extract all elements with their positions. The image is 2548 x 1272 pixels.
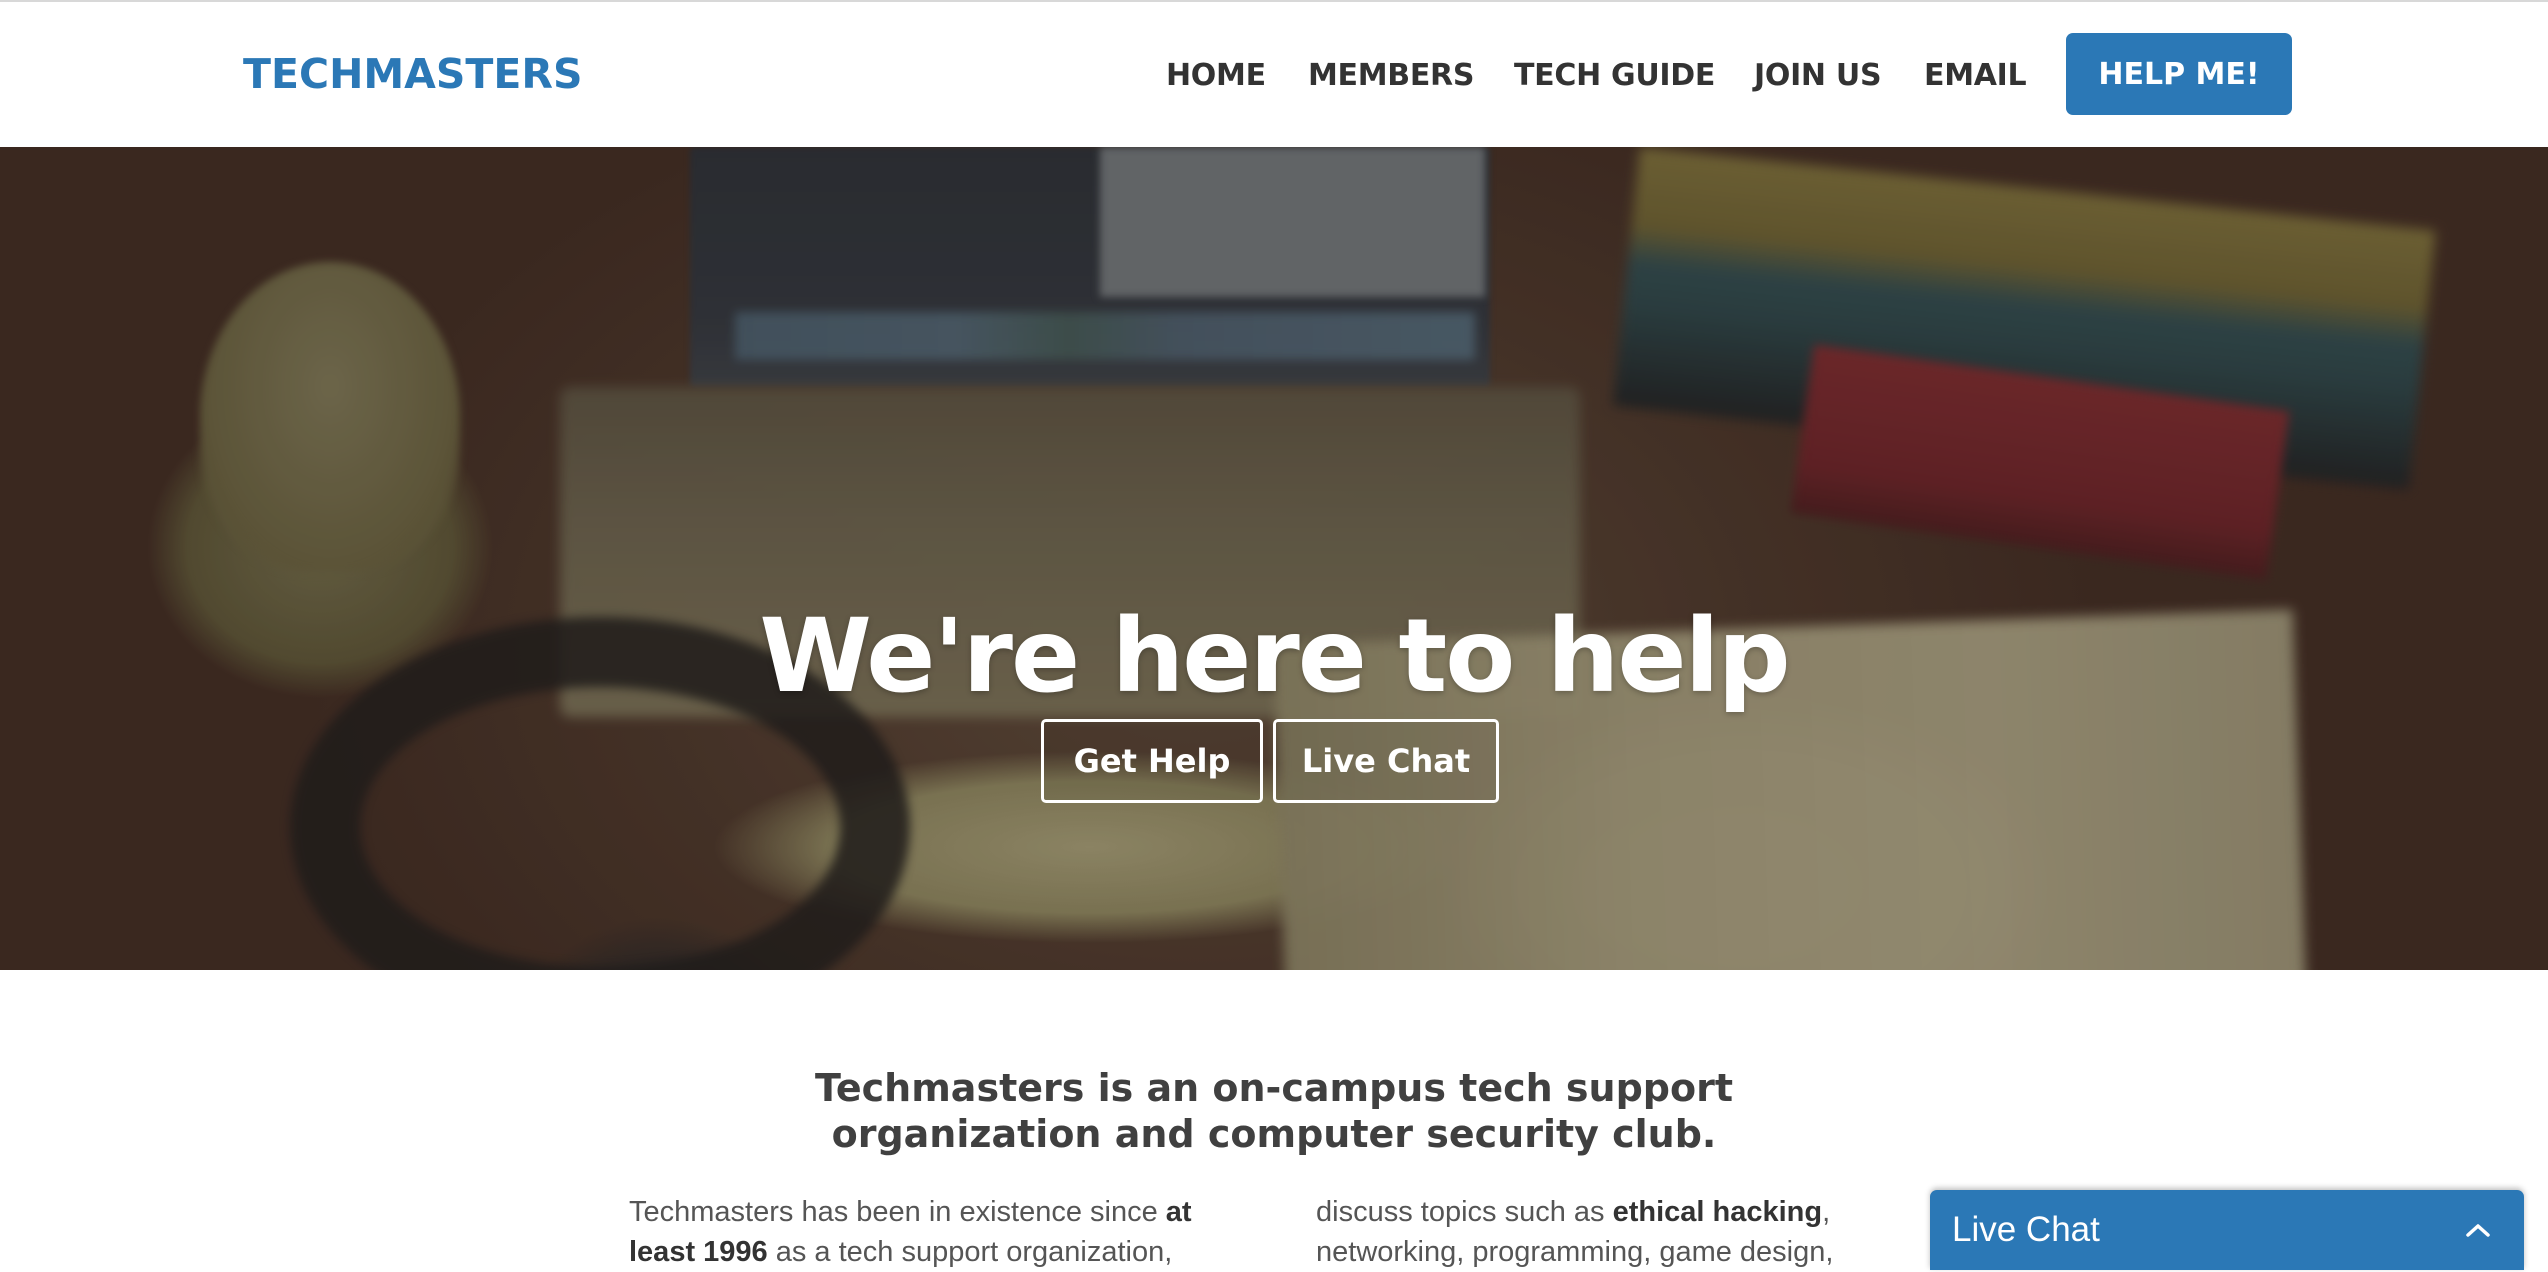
get-help-button[interactable]: Get Help [1041, 719, 1263, 803]
intro-left-text-2: as a tech support organization, [767, 1236, 1173, 1268]
hero-title: We're here to help [759, 597, 1790, 716]
live-chat-widget[interactable]: Live Chat [1930, 1190, 2524, 1270]
intro-column-right: discuss topics such as ethical hacking, … [1316, 1192, 1916, 1272]
nav-join-us[interactable]: JOIN US [1754, 58, 1882, 93]
intro-heading-line1: Techmasters is an on-campus tech support [814, 1066, 1734, 1110]
nav-members[interactable]: MEMBERS [1308, 58, 1474, 93]
intro-left-text-1: Techmasters has been in existence since [629, 1196, 1166, 1228]
intro-heading: Techmasters is an on-campus tech support… [0, 1065, 2548, 1157]
nav-home[interactable]: HOME [1166, 58, 1266, 93]
chevron-up-icon[interactable] [2458, 1210, 2498, 1250]
intro-column-left: Techmasters has been in existence since … [629, 1192, 1229, 1272]
intro-heading-line2: organization and computer security club. [831, 1112, 1717, 1156]
hero-overlay [0, 147, 2548, 970]
nav-email[interactable]: EMAIL [1924, 58, 2027, 93]
site-header: TECHMASTERS HOME MEMBERS TECH GUIDE JOIN… [0, 2, 2548, 147]
help-me-button[interactable]: HELP ME! [2066, 33, 2292, 115]
intro-right-bold: ethical hacking [1612, 1196, 1823, 1228]
live-chat-button[interactable]: Live Chat [1273, 719, 1499, 803]
hero-banner: We're here to help Get Help Live Chat [0, 147, 2548, 970]
nav-tech-guide[interactable]: TECH GUIDE [1514, 58, 1715, 93]
intro-right-text-1: discuss topics such as [1316, 1196, 1613, 1228]
site-logo[interactable]: TECHMASTERS [243, 50, 583, 98]
live-chat-widget-label: Live Chat [1952, 1210, 2100, 1249]
